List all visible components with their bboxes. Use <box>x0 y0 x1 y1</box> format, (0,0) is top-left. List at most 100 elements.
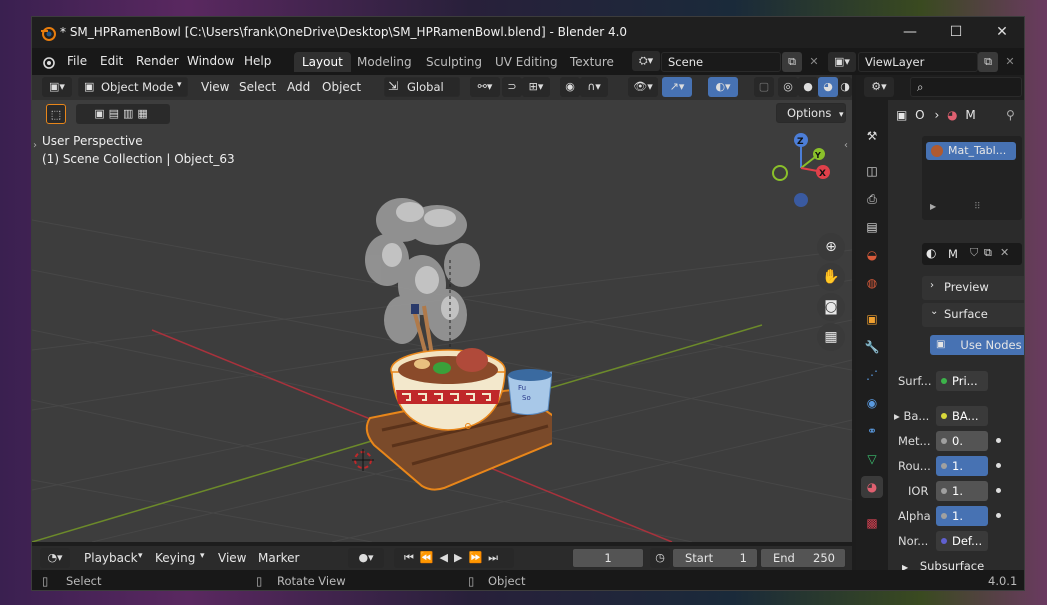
wireframe-shading-icon[interactable]: ◎ <box>778 77 798 97</box>
close-button[interactable]: ✕ <box>979 17 1024 48</box>
menu-help[interactable]: Help <box>244 54 271 68</box>
tab-texture-paint[interactable]: Texture Pa <box>562 52 629 72</box>
menu-marker[interactable]: Marker <box>258 551 299 565</box>
menu-keying[interactable]: Keying <box>155 551 195 565</box>
output-tab-icon[interactable]: ⎙ <box>861 188 883 210</box>
tab-layout[interactable]: Layout <box>294 52 351 72</box>
pin-icon[interactable]: ⚲ <box>1006 108 1015 122</box>
expand-arrow-icon[interactable]: ▶ <box>930 202 936 211</box>
scene-tab-icon[interactable]: ◒ <box>861 244 883 266</box>
roughness-field[interactable]: 1. <box>936 456 988 476</box>
material-slot-list[interactable]: Mat_Tabl... ▶ ⠿ <box>922 136 1022 220</box>
new-scene-icon[interactable]: ⧉ <box>782 52 802 72</box>
snap-icon[interactable]: ⊃ <box>502 77 522 97</box>
toolbar-expand-icon[interactable]: › <box>33 140 37 151</box>
menu-add[interactable]: Add <box>287 80 310 94</box>
view-layer-field[interactable]: ViewLayer <box>858 52 978 72</box>
xray-icon[interactable]: ▢ <box>754 77 774 97</box>
playback-controls[interactable]: ⏮⏪◀▶⏩⏭ <box>394 548 514 568</box>
render-tab-icon[interactable]: ◫ <box>861 160 883 182</box>
metallic-field[interactable]: 0. <box>936 431 988 451</box>
rendered-shading-icon[interactable]: ◑ <box>838 77 852 97</box>
current-frame-field[interactable]: 1 <box>572 548 644 568</box>
keyframe-dot-icon[interactable] <box>996 463 1001 468</box>
remove-scene-icon[interactable]: ✕ <box>804 52 824 72</box>
surface-panel-header[interactable]: ⌄ Surface <box>922 303 1024 327</box>
keyframe-dot-icon[interactable] <box>996 513 1001 518</box>
3d-viewport[interactable]: Fu So ⬚ ▣▤▥▦ Options ▾ › ‹ User Perspect… <box>32 100 852 542</box>
tool-tab-icon[interactable]: ⚒ <box>861 125 883 147</box>
timeline-editor-type-icon[interactable]: ◔▾ <box>40 548 70 568</box>
duplicate-icon[interactable]: ⧉ <box>984 246 992 260</box>
preview-panel-header[interactable]: › Preview <box>922 276 1024 300</box>
material-tab-icon[interactable]: ◕ <box>861 476 883 498</box>
end-frame-field[interactable]: End 250 <box>760 548 846 568</box>
menu-object[interactable]: Object <box>322 80 361 94</box>
visibility-icon[interactable]: 👁▾ <box>628 77 658 97</box>
normal-field[interactable]: Def... <box>936 531 988 551</box>
zoom-icon[interactable]: ⊕ <box>817 233 845 261</box>
properties-editor-type-icon[interactable]: ⚙▾ <box>864 77 894 97</box>
surface-shader-field[interactable]: Pri... <box>936 371 988 391</box>
tab-uv-editing[interactable]: UV Editing <box>487 52 566 72</box>
properties-search-field[interactable]: ⌕ <box>910 77 1022 97</box>
base-color-field[interactable]: BA... <box>936 406 988 426</box>
proportional-edit-icon[interactable]: ◉ <box>560 77 580 97</box>
remove-view-layer-icon[interactable]: ✕ <box>1000 52 1020 72</box>
texture-tab-icon[interactable]: ▩ <box>861 512 883 534</box>
tab-sculpting[interactable]: Sculpting <box>418 52 490 72</box>
use-nodes-button[interactable]: ▣ Use Nodes <box>930 335 1024 355</box>
menu-timeline-view[interactable]: View <box>218 551 246 565</box>
blender-menu-icon[interactable] <box>40 54 56 70</box>
ior-field[interactable]: 1. <box>936 481 988 501</box>
keyframe-dot-icon[interactable] <box>996 438 1001 443</box>
menu-view[interactable]: View <box>201 80 229 94</box>
select-tool-icon[interactable]: ⬚ <box>46 104 66 124</box>
keyframe-dot-icon[interactable] <box>996 488 1001 493</box>
solid-shading-icon[interactable]: ● <box>798 77 818 97</box>
overlay-toggle-icon[interactable]: ◐▾ <box>708 77 738 97</box>
physics-tab-icon[interactable]: ◉ <box>861 392 883 414</box>
camera-view-icon[interactable]: ◙ <box>817 293 845 321</box>
menu-playback[interactable]: Playback <box>84 551 138 565</box>
view-layer-tab-icon[interactable]: ▤ <box>861 216 883 238</box>
data-tab-icon[interactable]: ▽ <box>861 448 883 470</box>
gizmo-toggle-icon[interactable]: ↗▾ <box>662 77 692 97</box>
selection-mode-icons[interactable]: ▣▤▥▦ <box>76 104 170 124</box>
alpha-field[interactable]: 1. <box>936 506 988 526</box>
view-layer-selector-icon[interactable]: ▣▾ <box>828 52 856 72</box>
maximize-button[interactable]: ☐ <box>933 17 979 48</box>
mode-dropdown[interactable]: Object Mode <box>78 77 188 97</box>
editor-type-icon[interactable]: ▣▾ <box>42 77 72 97</box>
pivot-point-icon[interactable]: ⚯▾ <box>470 77 500 97</box>
new-view-layer-icon[interactable]: ⧉ <box>978 52 998 72</box>
start-frame-field[interactable]: Start 1 <box>672 548 758 568</box>
material-datablock-field[interactable]: ◐ M ⛉ ⧉ ✕ <box>922 243 1022 265</box>
menu-file[interactable]: File <box>67 54 87 68</box>
subsurface-panel-header[interactable]: ▶ Subsurface <box>902 559 984 570</box>
scene-selector-icon[interactable]: ⛭▾ <box>632 51 660 71</box>
material-shading-icon[interactable]: ◕ <box>818 77 838 97</box>
falloff-icon[interactable]: ∩▾ <box>580 77 608 97</box>
constraints-tab-icon[interactable]: ⚭ <box>861 420 883 442</box>
object-tab-icon[interactable]: ▣ <box>861 308 883 330</box>
world-tab-icon[interactable]: ◍ <box>861 272 883 294</box>
tab-modeling[interactable]: Modeling <box>349 52 420 72</box>
modifier-tab-icon[interactable]: 🔧 <box>861 336 883 358</box>
fake-user-icon[interactable]: ⛉ <box>970 246 978 260</box>
clock-icon[interactable]: ◷ <box>650 548 670 568</box>
auto-keying-icon[interactable]: ●▾ <box>348 548 384 568</box>
scene-field[interactable]: Scene <box>661 52 781 72</box>
grid-perspective-icon[interactable]: ▦ <box>817 323 845 351</box>
pan-hand-icon[interactable]: ✋ <box>817 263 845 291</box>
menu-edit[interactable]: Edit <box>100 54 123 68</box>
snap-target-icon[interactable]: ⊞▾ <box>522 77 550 97</box>
menu-render[interactable]: Render <box>136 54 179 68</box>
menu-select[interactable]: Select <box>239 80 276 94</box>
menu-window[interactable]: Window <box>187 54 234 68</box>
material-slot-item[interactable]: Mat_Tabl... <box>926 142 1016 160</box>
resize-handle-icon[interactable]: ⠿ <box>974 202 981 212</box>
sidebar-expand-icon[interactable]: ‹ <box>844 140 848 151</box>
minimize-button[interactable]: — <box>887 17 933 48</box>
unlink-icon[interactable]: ✕ <box>1000 246 1009 259</box>
